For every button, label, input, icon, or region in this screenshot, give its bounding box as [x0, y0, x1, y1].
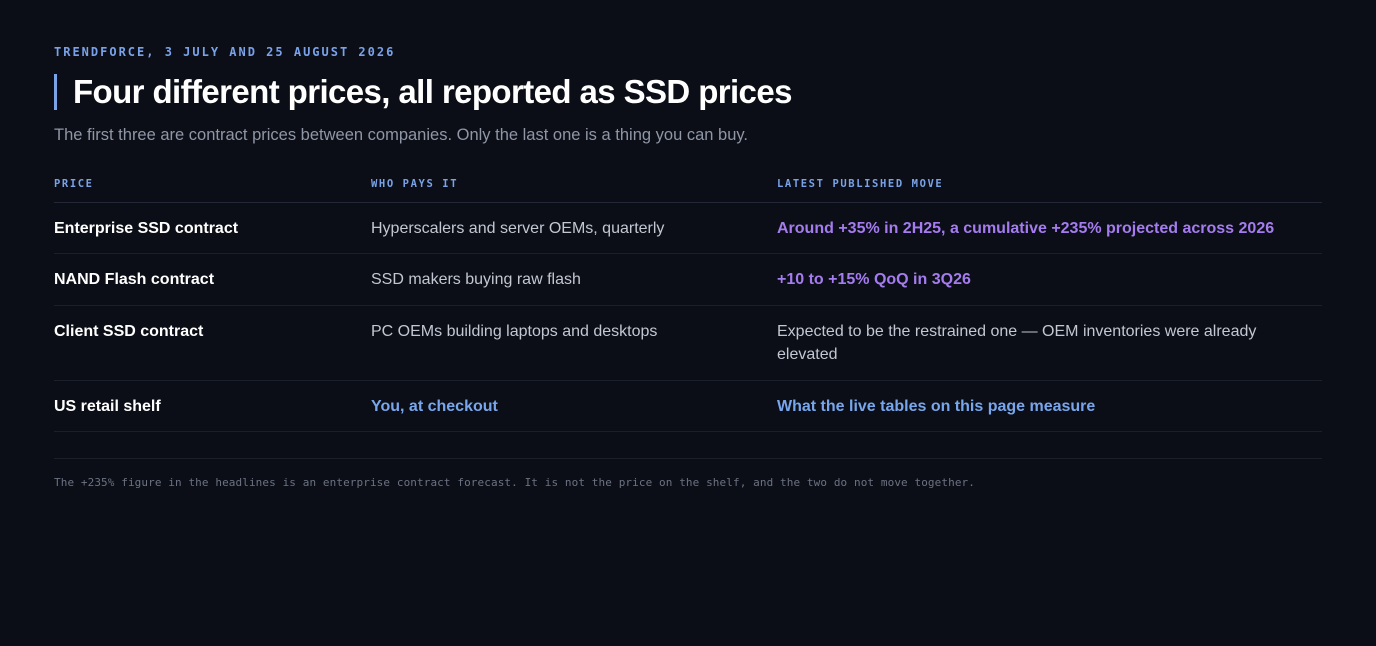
table-row: Enterprise SSD contract Hyperscalers and…	[54, 203, 1322, 254]
table-row: NAND Flash contract SSD makers buying ra…	[54, 254, 1322, 306]
latest-move-cell: Around +35% in 2H25, a cumulative +235% …	[777, 220, 1275, 237]
footnote: The +235% figure in the headlines is an …	[54, 476, 975, 489]
price-cell: Enterprise SSD contract	[54, 220, 239, 237]
footer-divider	[54, 458, 1322, 459]
price-cell: NAND Flash contract	[54, 271, 215, 288]
latest-move-cell: +10 to +15% QoQ in 3Q26	[777, 271, 971, 288]
who-pays-cell: SSD makers buying raw flash	[371, 271, 581, 288]
who-pays-cell: PC OEMs building laptops and desktops	[371, 323, 658, 340]
latest-move-cell: What the live tables on this page measur…	[777, 398, 1096, 415]
column-header-latest-move: LATEST PUBLISHED MOVE	[777, 178, 944, 190]
table-row: US retail shelf You, at checkout What th…	[54, 381, 1322, 432]
table-header: PRICE WHO PAYS IT LATEST PUBLISHED MOVE	[54, 176, 1322, 203]
who-pays-cell: Hyperscalers and server OEMs, quarterly	[371, 220, 665, 237]
price-cell: US retail shelf	[54, 398, 161, 415]
table-row: Client SSD contract PC OEMs building lap…	[54, 306, 1322, 381]
page-subtitle: The first three are contract prices betw…	[54, 126, 748, 144]
who-pays-cell: You, at checkout	[371, 398, 498, 415]
price-table: PRICE WHO PAYS IT LATEST PUBLISHED MOVE …	[54, 176, 1322, 432]
price-cell: Client SSD contract	[54, 323, 204, 340]
source-kicker: TRENDFORCE, 3 JULY AND 25 AUGUST 2026	[54, 45, 396, 59]
page-title: Four different prices, all reported as S…	[73, 73, 792, 110]
title-accent-bar	[54, 74, 57, 110]
column-header-who-pays: WHO PAYS IT	[371, 178, 459, 190]
column-header-price: PRICE	[54, 178, 94, 190]
latest-move-cell: Expected to be the restrained one — OEM …	[777, 323, 1257, 363]
